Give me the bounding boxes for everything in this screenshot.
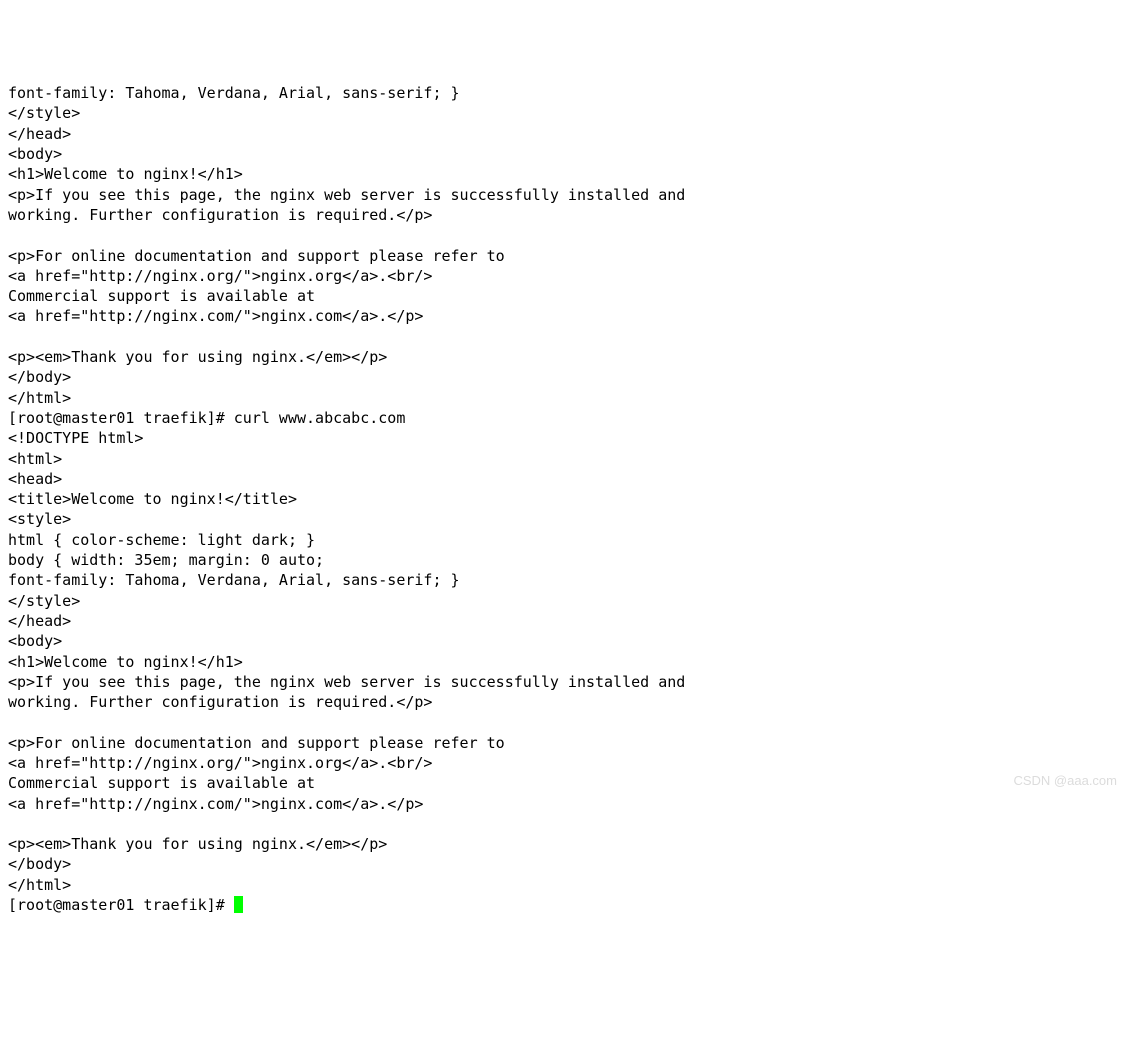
output-line: <html> bbox=[8, 450, 62, 468]
output-line: working. Further configuration is requir… bbox=[8, 693, 432, 711]
output-line: font-family: Tahoma, Verdana, Arial, san… bbox=[8, 571, 460, 589]
output-line: <a href="http://nginx.org/">nginx.org</a… bbox=[8, 267, 432, 285]
output-line: <h1>Welcome to nginx!</h1> bbox=[8, 653, 243, 671]
output-line: <p>If you see this page, the nginx web s… bbox=[8, 673, 685, 691]
output-line: </html> bbox=[8, 389, 71, 407]
output-line: body { width: 35em; margin: 0 auto; bbox=[8, 551, 324, 569]
output-line: </head> bbox=[8, 612, 71, 630]
output-line: [root@master01 traefik]# curl www.abcabc… bbox=[8, 409, 405, 427]
output-line: <a href="http://nginx.org/">nginx.org</a… bbox=[8, 754, 432, 772]
output-line: font-family: Tahoma, Verdana, Arial, san… bbox=[8, 84, 460, 102]
output-line: <body> bbox=[8, 145, 62, 163]
output-line: <title>Welcome to nginx!</title> bbox=[8, 490, 297, 508]
output-line: </body> bbox=[8, 855, 71, 873]
watermark-text: CSDN @aaa.com bbox=[1013, 771, 1117, 791]
output-line: <p>If you see this page, the nginx web s… bbox=[8, 186, 685, 204]
shell-prompt: [root@master01 traefik]# bbox=[8, 896, 234, 914]
output-line: </html> bbox=[8, 876, 71, 894]
output-line: </style> bbox=[8, 104, 80, 122]
output-line: <p><em>Thank you for using nginx.</em></… bbox=[8, 348, 387, 366]
output-line: Commercial support is available at bbox=[8, 774, 315, 792]
output-line: <p>For online documentation and support … bbox=[8, 734, 505, 752]
output-line: <style> bbox=[8, 510, 71, 528]
output-line: <p>For online documentation and support … bbox=[8, 247, 505, 265]
output-line: working. Further configuration is requir… bbox=[8, 206, 432, 224]
output-line: Commercial support is available at bbox=[8, 287, 315, 305]
output-line: </style> bbox=[8, 592, 80, 610]
output-line: html { color-scheme: light dark; } bbox=[8, 531, 315, 549]
output-line: <p><em>Thank you for using nginx.</em></… bbox=[8, 835, 387, 853]
cursor-icon bbox=[234, 896, 243, 913]
output-line: <body> bbox=[8, 632, 62, 650]
output-line: <a href="http://nginx.com/">nginx.com</a… bbox=[8, 307, 423, 325]
output-line: </head> bbox=[8, 125, 71, 143]
output-line: <head> bbox=[8, 470, 62, 488]
output-line: <h1>Welcome to nginx!</h1> bbox=[8, 165, 243, 183]
output-line: <a href="http://nginx.com/">nginx.com</a… bbox=[8, 795, 423, 813]
terminal-output[interactable]: font-family: Tahoma, Verdana, Arial, san… bbox=[8, 83, 1119, 915]
output-line: <!DOCTYPE html> bbox=[8, 429, 143, 447]
output-line: </body> bbox=[8, 368, 71, 386]
